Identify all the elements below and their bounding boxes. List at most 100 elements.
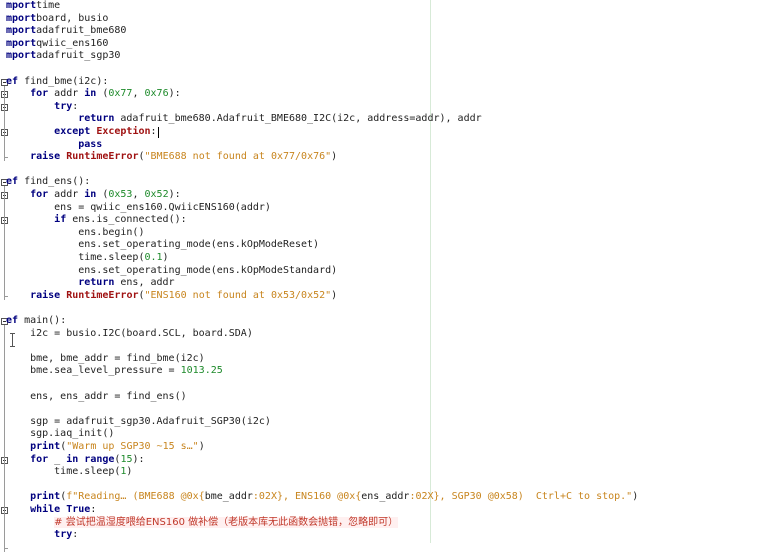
code-line[interactable]: ens.begin() [6,227,144,240]
code-token: return [78,113,115,125]
code-token: : [72,529,79,541]
code-line[interactable]: mportadafruit_bme680 [6,25,126,38]
code-line[interactable]: return ens, addr [6,277,175,290]
code-token: in [84,88,97,100]
code-token: : [72,100,79,112]
fold-guide [4,186,5,300]
code-token: , [132,189,145,200]
code-token: main(): [18,315,67,326]
fold-guide-end [4,547,8,549]
code-token: 0.1 [144,252,163,263]
code-token: ) [632,491,639,503]
code-token: ef [6,315,19,326]
code-token: :02X}, ENS160 @0x{ [252,491,362,503]
code-token: ens.begin() [6,226,145,238]
code-line[interactable]: sgp = adafruit_sgp30.Adafruit_SGP30(i2c) [6,416,271,429]
code-token: ens.set_operating_mode(ens.kOpModeReset) [6,239,320,251]
text-cursor-icon [10,333,16,347]
code-token: addr [48,189,85,200]
code-line[interactable]: print("Warm up SGP30 ~15 s…") [6,441,205,454]
code-line[interactable]: mportadafruit_sgp30 [6,50,120,63]
code-token: ): [168,88,181,100]
code-line[interactable]: ef find_ens(): [6,176,90,189]
code-token: if [54,214,67,226]
code-token: adafruit_sgp30 [36,50,121,62]
code-token: mport [6,0,37,11]
code-line[interactable]: for addr in (0x77, 0x76): [6,88,181,101]
code-line[interactable]: for addr in (0x53, 0x52): [6,189,181,202]
code-line[interactable]: pass [6,139,102,152]
code-token: raise [30,151,61,163]
code-line[interactable]: time.sleep(1) [6,466,132,479]
code-line[interactable]: raise RuntimeError("BME688 not found at … [6,151,337,164]
code-token: return [78,277,115,289]
code-line[interactable]: mportboard, busio [6,13,108,26]
code-token: , [132,88,145,100]
code-token: RuntimeError [66,289,139,301]
code-token: "Warm up SGP30 ~15 s…" [66,441,199,452]
code-line[interactable]: sgp.iaq_init() [6,428,114,441]
code-line[interactable]: except Exception: [6,126,156,139]
code-token: bme_addr [204,491,253,503]
code-line[interactable]: return adafruit_bme680.Adafruit_BME680_I… [6,113,481,126]
code-token: sgp = adafruit_sgp30.Adafruit_SGP30(i2c) [6,415,271,427]
code-line[interactable]: i2c = busio.I2C(board.SCL, board.SDA) [6,328,253,341]
code-line[interactable]: mportqwiic_ens160 [6,38,108,51]
code-token: "ENS160 not found at 0x53/0x52" [144,289,332,301]
code-line[interactable]: try: [6,101,78,114]
code-line[interactable]: time.sleep(0.1) [6,252,169,265]
code-line[interactable]: bme.sea_level_pressure = 1013.25 [6,365,223,378]
code-token: mport [6,50,37,62]
code-token: for [30,88,49,100]
code-token: ens, addr [114,277,175,289]
code-line[interactable]: print(f"Reading… (BME688 @0x{bme_addr:02… [6,491,638,504]
code-line[interactable]: while True: [6,504,96,517]
code-line[interactable]: mporttime [6,0,60,13]
code-line[interactable]: raise RuntimeError("ENS160 not found at … [6,290,337,303]
code-token: pass [78,138,103,150]
code-token: try [54,100,73,112]
code-token: board, busio [36,12,109,24]
code-line[interactable]: ens.set_operating_mode(ens.kOpModeReset) [6,239,319,252]
code-token: raise [30,289,61,301]
code-token: ens.is_connected(): [66,214,187,226]
code-token: 15 [120,453,133,465]
code-token: time [36,0,61,11]
code-token: addr [48,88,85,100]
code-line[interactable]: # 尝试把温湿度喂给ENS160 做补偿（老版本库无此函数会抛错，忽略即可） [6,516,399,530]
code-token: ) [162,252,169,263]
code-line[interactable]: try: [6,529,78,542]
code-token: ( [96,88,109,100]
text-caret [157,127,159,138]
code-token: except [54,126,91,137]
code-token: ef [6,176,19,188]
code-line[interactable]: bme, bme_addr = find_bme(i2c) [6,353,205,366]
code-token: :02X}, SGP30 @0x58) Ctrl+C to stop." [409,491,633,503]
code-token: ): [132,453,145,465]
code-line[interactable]: for _ in range(15): [6,453,145,467]
code-line[interactable]: ef find_bme(i2c): [6,76,108,89]
code-line[interactable]: ens.set_operating_mode(ens.kOpModeStanda… [6,265,337,278]
code-token: ): [168,189,181,200]
code-line[interactable]: ef main(): [6,315,66,328]
code-token: 0x77 [108,88,133,100]
code-token: print [30,441,61,452]
code-line[interactable]: ens, ens_addr = find_ens() [6,391,187,404]
code-token: for [30,453,49,465]
code-line[interactable]: if ens.is_connected(): [6,214,187,227]
edge-column-marker [430,0,431,543]
code-editor[interactable]: mporttime mportboard, busio mportadafruit_… [0,0,768,552]
code-token: time.sleep( [6,252,145,263]
code-token: ens, ens_addr = find_ens() [6,390,187,402]
code-line[interactable]: ens = qwiic_ens160.QwiicENS160(addr) [6,202,271,215]
code-token: 0x52 [144,189,169,200]
code-token: bme.sea_level_pressure = [6,365,181,377]
